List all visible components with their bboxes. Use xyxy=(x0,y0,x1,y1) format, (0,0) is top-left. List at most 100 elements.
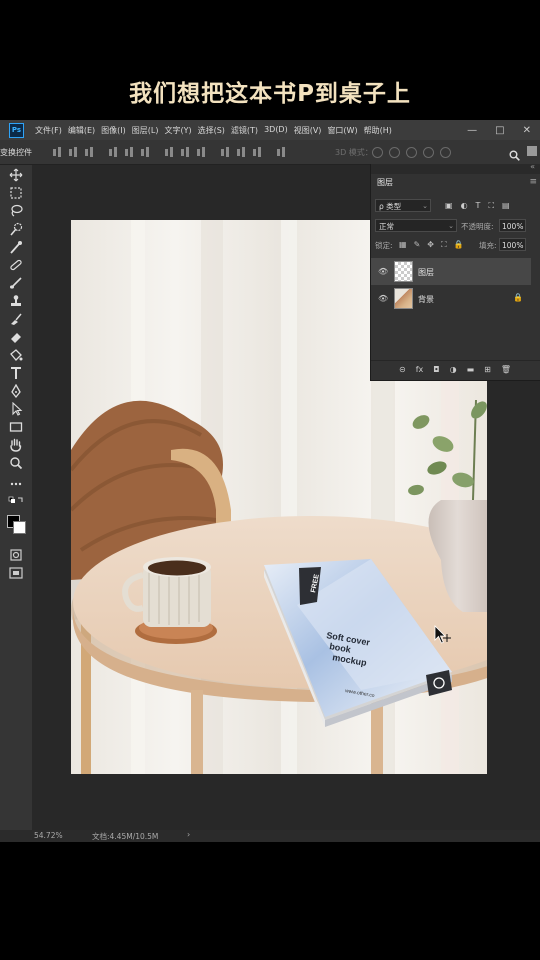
close-button[interactable]: ✕ xyxy=(523,125,531,136)
add-mask-icon[interactable]: ◘ xyxy=(433,365,439,374)
layer-thumbnail xyxy=(394,261,413,282)
history-brush-tool-icon[interactable] xyxy=(8,312,24,326)
distribute-right-icon[interactable] xyxy=(252,147,263,157)
lock-image-icon[interactable]: ✎ xyxy=(414,240,421,250)
filter-icons: ▣ ◐ T ⛶ ▤ xyxy=(445,201,518,211)
delete-layer-icon[interactable]: 🗑 xyxy=(501,365,511,374)
align-right-icon[interactable] xyxy=(140,147,151,157)
marquee-tool-icon[interactable] xyxy=(8,186,24,200)
photoshop-logo-icon[interactable]: Ps xyxy=(9,122,24,138)
3d-slide-icon[interactable] xyxy=(423,147,434,158)
menu-filter[interactable]: 滤镜(T) xyxy=(231,125,258,136)
layer-thumbnail xyxy=(394,288,413,309)
menu-help[interactable]: 帮助(H) xyxy=(364,125,392,136)
paint-bucket-tool-icon[interactable] xyxy=(8,348,24,362)
more-tools-icon[interactable] xyxy=(8,477,24,491)
distribute-bottom-icon[interactable] xyxy=(196,147,207,157)
lock-row: 锁定: ▦ ✎ ✥ ⛶ 🔒 填充: 100% ⌄ xyxy=(371,238,540,254)
screen-mode-icon[interactable] xyxy=(8,566,24,580)
search-icon[interactable] xyxy=(509,146,520,165)
distribute-vcenter-icon[interactable] xyxy=(180,147,191,157)
status-bar: 54.72% 文档:4.45M/10.5M › xyxy=(0,830,540,842)
quick-mask-icon[interactable] xyxy=(8,548,24,562)
restore-button[interactable]: □ xyxy=(495,125,504,136)
visibility-eye-icon[interactable]: 👁 xyxy=(378,267,388,276)
document-size: 文档:4.45M/10.5M xyxy=(92,832,159,841)
zoom-tool-icon[interactable] xyxy=(8,456,24,470)
move-tool-icon[interactable] xyxy=(8,168,24,182)
3d-mode-buttons xyxy=(372,147,457,158)
menu-edit[interactable]: 编辑(E) xyxy=(68,125,95,136)
panel-menu-icon[interactable]: ≡ xyxy=(529,177,537,187)
blend-mode-select[interactable]: 正常 ⌄ xyxy=(375,219,457,232)
align-top-icon[interactable] xyxy=(52,147,63,157)
menu-type[interactable]: 文字(Y) xyxy=(164,125,191,136)
distribute-top-icon[interactable] xyxy=(164,147,175,157)
layer-row-background[interactable]: 👁 背景 🔒 xyxy=(371,285,531,312)
footer-buttons: ⊝ fx ◘ ◑ ▬ ⊞ 🗑 xyxy=(399,365,521,374)
workspace-icon[interactable] xyxy=(527,146,537,156)
align-buttons xyxy=(52,147,292,157)
filter-adjustment-icon[interactable]: ◐ xyxy=(461,201,468,211)
transform-controls-label[interactable]: 变换控件 xyxy=(0,147,32,158)
new-layer-icon[interactable]: ⊞ xyxy=(484,365,491,374)
lock-position-icon[interactable]: ✥ xyxy=(427,240,434,250)
lock-artboard-icon[interactable]: ⛶ xyxy=(441,240,447,250)
filter-shape-icon[interactable]: ⛶ xyxy=(488,201,494,211)
menu-window[interactable]: 窗口(W) xyxy=(327,125,357,136)
new-group-icon[interactable]: ▬ xyxy=(467,365,475,374)
lasso-tool-icon[interactable] xyxy=(8,204,24,218)
blend-row: 正常 ⌄ 不透明度: 100% ⌄ xyxy=(371,219,540,235)
adjustment-layer-icon[interactable]: ◑ xyxy=(450,365,457,374)
clone-stamp-tool-icon[interactable] xyxy=(8,294,24,308)
filter-smart-object-icon[interactable]: ▤ xyxy=(502,201,510,211)
distribute-left-icon[interactable] xyxy=(220,147,231,157)
menu-file[interactable]: 文件(F) xyxy=(35,125,62,136)
link-layers-icon[interactable]: ⊝ xyxy=(399,365,406,374)
menu-layer[interactable]: 图层(L) xyxy=(132,125,159,136)
background-color-swatch[interactable] xyxy=(13,521,26,534)
rectangle-tool-icon[interactable] xyxy=(8,420,24,434)
type-tool-icon[interactable] xyxy=(8,366,24,380)
lock-all-icon[interactable]: 🔒 xyxy=(454,240,464,250)
visibility-eye-icon[interactable]: 👁 xyxy=(378,294,388,303)
layer-style-icon[interactable]: fx xyxy=(416,365,424,374)
minimize-button[interactable]: — xyxy=(467,125,477,136)
layer-row-layer[interactable]: 👁 图层 xyxy=(371,258,531,285)
filter-kind-select[interactable]: ρ 类型 ⌄ xyxy=(375,199,431,212)
3d-rotate-icon[interactable] xyxy=(372,147,383,158)
align-left-icon[interactable] xyxy=(108,147,119,157)
filter-pixel-icon[interactable]: ▣ xyxy=(445,201,453,211)
opacity-input[interactable]: 100% ⌄ xyxy=(499,219,526,232)
eraser-tool-icon[interactable] xyxy=(8,330,24,344)
status-menu-arrow-icon[interactable]: › xyxy=(187,830,190,839)
healing-brush-tool-icon[interactable] xyxy=(8,258,24,272)
zoom-level[interactable]: 54.72% xyxy=(34,831,63,840)
menu-select[interactable]: 选择(S) xyxy=(198,125,225,136)
layer-lock-icon: 🔒 xyxy=(513,293,523,302)
3d-pan-icon[interactable] xyxy=(406,147,417,158)
3d-roll-icon[interactable] xyxy=(389,147,400,158)
3d-scale-icon[interactable] xyxy=(440,147,451,158)
align-bottom-icon[interactable] xyxy=(84,147,95,157)
brush-tool-icon[interactable] xyxy=(8,276,24,290)
hand-tool-icon[interactable] xyxy=(8,438,24,452)
tab-layers[interactable]: 图层 xyxy=(377,177,393,188)
path-selection-tool-icon[interactable] xyxy=(8,402,24,416)
filter-type-icon[interactable]: T xyxy=(476,201,481,211)
fill-input[interactable]: 100% ⌄ xyxy=(499,238,526,251)
menu-image[interactable]: 图像(I) xyxy=(101,125,126,136)
lock-transparent-icon[interactable]: ▦ xyxy=(399,240,407,250)
collapse-panels-icon[interactable]: « xyxy=(530,162,535,171)
quick-selection-tool-icon[interactable] xyxy=(8,222,24,236)
menu-view[interactable]: 视图(V) xyxy=(294,125,322,136)
auto-align-icon[interactable] xyxy=(276,147,287,157)
layer-name: 背景 xyxy=(418,295,434,304)
align-vcenter-icon[interactable] xyxy=(68,147,79,157)
menu-3d[interactable]: 3D(D) xyxy=(264,125,288,136)
distribute-hcenter-icon[interactable] xyxy=(236,147,247,157)
swap-colors-icon[interactable] xyxy=(8,495,24,509)
eyedropper-tool-icon[interactable] xyxy=(8,240,24,254)
align-hcenter-icon[interactable] xyxy=(124,147,135,157)
pen-tool-icon[interactable] xyxy=(8,384,24,398)
